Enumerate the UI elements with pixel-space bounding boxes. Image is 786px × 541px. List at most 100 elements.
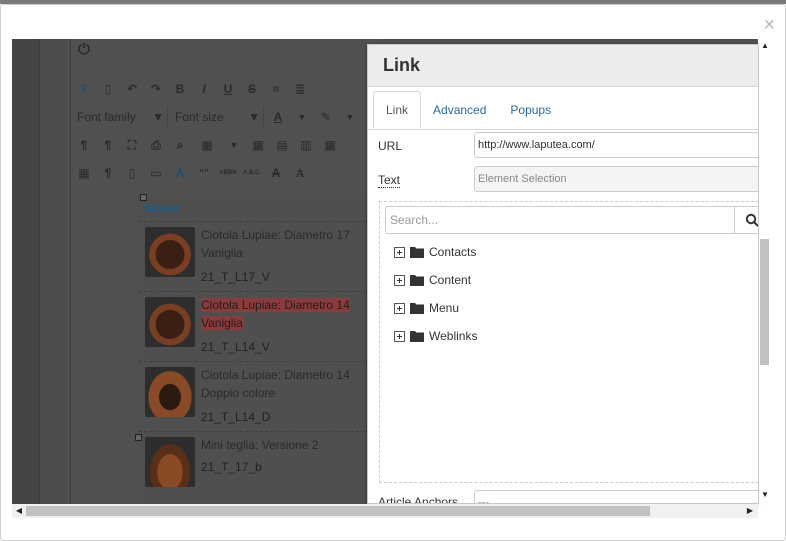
editor-content[interactable]: Nome Ciotola Lupiae: Diametro 17 Vanigli…: [135, 194, 382, 504]
underline-button[interactable]: U: [218, 79, 238, 99]
chevron-down-icon[interactable]: ▼: [292, 107, 312, 127]
product-title: Ciotola Lupiae: Diametro 14 Vaniglia: [201, 296, 361, 332]
product-code: 21_T_L17_V: [201, 270, 270, 284]
resize-handle[interactable]: [135, 434, 142, 441]
url-input[interactable]: http://www.laputea.com/: [474, 132, 758, 158]
power-icon[interactable]: ⏻: [78, 41, 96, 59]
element-tree: Search... Contacts Content Menu Weblinks: [379, 201, 758, 483]
search-button[interactable]: [735, 206, 758, 234]
product-image: [145, 297, 195, 347]
new-document-icon[interactable]: ▯: [98, 79, 118, 99]
product-title-line1: Ciotola Lupiae: Diametro 14: [201, 368, 350, 382]
font-family-select[interactable]: Font family ▼: [74, 107, 168, 127]
style-icon[interactable]: A: [170, 163, 190, 183]
chevron-down-icon[interactable]: ▼: [224, 135, 244, 155]
bold-button[interactable]: B: [170, 79, 190, 99]
table-col-icon[interactable]: ▥: [296, 135, 316, 155]
tab-link[interactable]: Link: [373, 91, 422, 129]
font-family-label: Font family: [77, 110, 136, 124]
tree-item-weblinks[interactable]: Weblinks: [394, 326, 477, 346]
chevron-down-icon[interactable]: ▼: [340, 107, 360, 127]
text-input[interactable]: Element Selection: [474, 166, 758, 192]
help-icon[interactable]: ?: [74, 79, 94, 99]
print-icon[interactable]: ⎙: [146, 135, 166, 155]
font-size-select[interactable]: Font size ▼: [172, 107, 264, 127]
undo-icon[interactable]: ↶: [122, 79, 142, 99]
scroll-left-icon[interactable]: ◀: [14, 505, 24, 517]
abbr-icon[interactable]: ABBR: [218, 163, 238, 183]
resize-handle[interactable]: [140, 194, 147, 201]
product-row[interactable]: Ciotola Lupiae: Diametro 14 Vaniglia 21_…: [139, 291, 379, 359]
italic-button[interactable]: I: [194, 79, 214, 99]
fullscreen-icon[interactable]: ⛶: [122, 135, 142, 155]
vertical-scroll-thumb[interactable]: [760, 239, 769, 365]
strikethrough-button[interactable]: S: [242, 79, 262, 99]
text-label: Text: [378, 173, 401, 188]
product-title-line2: Doppio colore: [201, 386, 276, 400]
expand-icon[interactable]: [394, 246, 405, 258]
product-title: Ciotola Lupiae: Diametro 14 Doppio color…: [201, 366, 361, 402]
visual-chars-icon[interactable]: ¶: [98, 163, 118, 183]
quote-icon[interactable]: “”: [194, 163, 214, 183]
tab-divider: [368, 129, 758, 130]
scroll-up-icon[interactable]: ▲: [760, 41, 770, 51]
modal-close-button[interactable]: ×: [763, 15, 775, 35]
product-title-line1: Ciotola Lupiae: Diametro 14: [201, 298, 350, 312]
product-row[interactable]: Ciotola Lupiae: Diametro 17 Vaniglia 21_…: [139, 221, 379, 289]
find-icon[interactable]: ⌕: [170, 135, 190, 155]
product-image: [145, 227, 195, 277]
template-icon[interactable]: ▯: [122, 163, 142, 183]
toolbar-row-1: ? ▯ ↶ ↷ B I U S ≡ ≣: [74, 77, 310, 101]
folder-icon: [410, 331, 424, 342]
dialog-header: Link: [368, 45, 758, 87]
tab-popups[interactable]: Popups: [498, 91, 563, 129]
table-delete-icon[interactable]: ▦: [248, 135, 268, 155]
table-cell-icon[interactable]: ▦: [320, 135, 340, 155]
product-title-line2: Vaniglia: [201, 316, 243, 330]
product-image: [145, 367, 195, 417]
search-input[interactable]: Search...: [385, 206, 735, 234]
rtl-icon[interactable]: ¶: [98, 135, 118, 155]
horizontal-scroll-thumb[interactable]: [26, 506, 650, 516]
product-image: [145, 437, 195, 487]
tree-item-contacts[interactable]: Contacts: [394, 242, 476, 262]
search-icon: [745, 213, 758, 227]
product-title-line2: Vaniglia: [201, 246, 243, 260]
product-row[interactable]: Mini teglia: Versione 2 21_T_17_b: [135, 431, 379, 499]
vertical-scrollbar[interactable]: ▲ ▼: [759, 39, 771, 504]
column-header: Nome: [145, 201, 179, 215]
sidebar-dimmed: [12, 39, 40, 504]
article-anchors-select[interactable]: ---: [474, 490, 758, 503]
product-title-line1: Ciotola Lupiae: Diametro 17: [201, 228, 350, 242]
media-icon[interactable]: ▭: [146, 163, 166, 183]
tab-advanced[interactable]: Advanced: [421, 91, 498, 129]
font-icon[interactable]: A: [290, 163, 310, 183]
product-code: 21_T_17_b: [201, 460, 262, 474]
expand-icon[interactable]: [394, 274, 405, 286]
align-left-icon[interactable]: ≣: [290, 79, 310, 99]
ltr-icon[interactable]: ¶: [74, 135, 94, 155]
redo-icon[interactable]: ↷: [146, 79, 166, 99]
remove-format-icon[interactable]: A: [266, 163, 286, 183]
toolbar-row-3: ¶ ¶ ⛶ ⎙ ⌕ ▦ ▼ ▦ ▤ ▥ ▦: [74, 133, 340, 157]
chevron-down-icon: ▼: [248, 110, 260, 124]
scroll-right-icon[interactable]: ▶: [745, 505, 755, 517]
table-row-icon[interactable]: ▤: [272, 135, 292, 155]
expand-icon[interactable]: [394, 302, 405, 314]
align-justify-icon[interactable]: ≡: [266, 79, 286, 99]
tree-item-content[interactable]: Content: [394, 270, 471, 290]
highlight-icon[interactable]: ✎: [316, 107, 336, 127]
chevron-down-icon: ▼: [152, 110, 164, 124]
acronym-icon[interactable]: A.B.C.: [242, 163, 262, 183]
product-row[interactable]: Ciotola Lupiae: Diametro 14 Doppio color…: [139, 361, 379, 429]
url-label: URL: [378, 139, 403, 153]
horizontal-scrollbar[interactable]: ◀ ▶: [12, 504, 758, 518]
scroll-down-icon[interactable]: ▼: [760, 490, 770, 500]
table-icon[interactable]: ▦: [194, 135, 220, 155]
folder-icon: [410, 275, 424, 286]
text-color-icon[interactable]: A: [268, 107, 288, 127]
tree-item-menu[interactable]: Menu: [394, 298, 459, 318]
tree-item-label: Weblinks: [429, 329, 478, 343]
visual-blocks-icon[interactable]: ▦: [74, 163, 94, 183]
expand-icon[interactable]: [394, 330, 405, 342]
